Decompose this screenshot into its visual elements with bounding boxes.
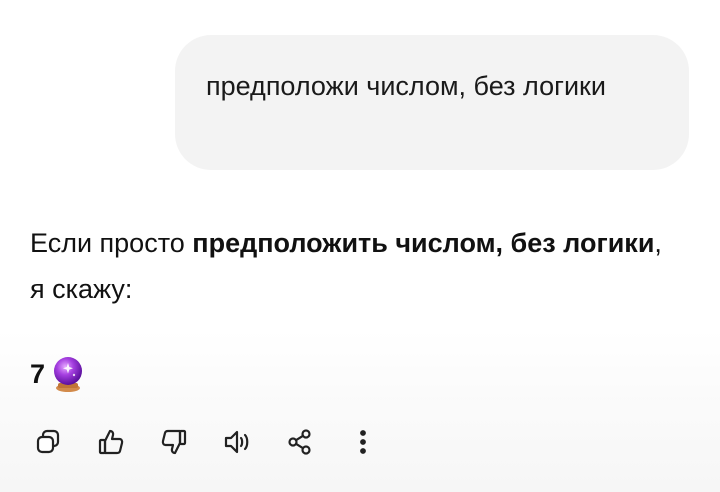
crystal-ball-icon [51,355,85,393]
assistant-answer: 7 [30,354,85,394]
chat-view: предположи числом, без логики Если прост… [0,0,720,492]
assistant-intro-prefix: Если просто [30,228,193,258]
bottom-fade [0,330,720,492]
share-icon [285,427,315,462]
copy-icon [33,427,63,462]
speaker-icon [222,427,252,462]
share-button[interactable] [280,424,320,464]
thumbs-down-icon [159,427,189,462]
copy-button[interactable] [28,424,68,464]
thumbs-up-icon [96,427,126,462]
user-message-text: предположи числом, без логики [206,71,606,101]
user-message-bubble: предположи числом, без логики [175,35,689,170]
more-vertical-icon [348,427,378,462]
like-button[interactable] [91,424,131,464]
read-aloud-button[interactable] [217,424,257,464]
assistant-message-text: Если просто предположить числом, без лог… [30,220,670,312]
answer-value: 7 [30,358,46,389]
more-options-button[interactable] [343,424,383,464]
dislike-button[interactable] [154,424,194,464]
message-actions-toolbar [28,424,406,464]
assistant-intro-bold: предположить числом, без логики [192,228,655,258]
